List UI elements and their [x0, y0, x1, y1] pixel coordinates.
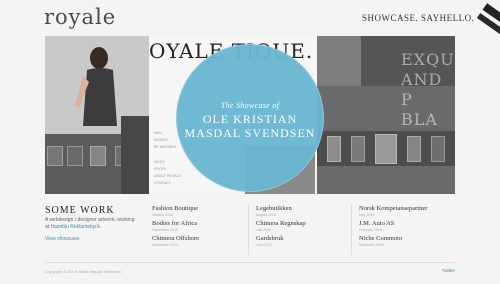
twitter-link[interactable]: Twitter [442, 268, 455, 273]
corner-ribbon[interactable] [464, 3, 500, 59]
column-divider [351, 205, 352, 255]
copyright-text: Copyright © Ole Kristian Masdal Svendsen [45, 269, 121, 274]
project-date: September 2010 [152, 243, 178, 247]
project-date: October 2010 [152, 213, 174, 217]
project-title[interactable]: Legebutikken [256, 205, 346, 213]
project-date: August 2010 [256, 213, 276, 217]
footer: Copyright © Ole Kristian Masdal Svendsen… [45, 262, 455, 274]
circle-name-line1: OLE KRISTIAN [202, 112, 298, 126]
project-date: December 2009 [359, 243, 384, 247]
agency-link[interactable]: Hazeblu Reklamebyrå. [51, 224, 102, 230]
site-logo[interactable]: royale [44, 5, 116, 29]
circle-name-line2: MASDAL SVENDSEN [184, 126, 316, 140]
column-divider [248, 205, 249, 255]
project-item[interactable]: Norsk Kompetansepartner May 2010 [359, 205, 449, 220]
hero-grid-cell [317, 36, 361, 86]
project-column-3: Norsk Kompetansepartner May 2010 J.M. Au… [351, 205, 449, 255]
project-title[interactable]: Norsk Kompetansepartner [359, 205, 449, 213]
thumb-8[interactable] [407, 136, 421, 162]
header: royale SHOWCASE. SAYHELLO. [0, 0, 500, 41]
thumb-1[interactable] [47, 146, 63, 166]
thumb-3[interactable] [90, 146, 106, 166]
thumb-2[interactable] [67, 146, 83, 166]
project-title[interactable]: J.M. Auto AS [359, 220, 449, 228]
hero-photo-left-2 [121, 116, 149, 194]
project-title[interactable]: Fashion Boutique [152, 205, 242, 213]
showcase-circle[interactable]: The Showcase of OLE KRISTIAN MASDAL SVEN… [176, 44, 324, 192]
work-section-title: SOME WORK [45, 205, 115, 216]
project-column-1: Fashion Boutique October 2010 Bodies for… [152, 205, 242, 250]
project-date: June 2010 [256, 243, 273, 247]
thumb-5[interactable] [327, 136, 341, 162]
hero-showcase: OYALE TIQUE. MEN WOMEN BE INSPIRED VIDEO… [45, 36, 455, 194]
hero-menu-item[interactable]: VIDEO [154, 159, 181, 166]
project-date: May 2010 [359, 213, 375, 217]
project-title[interactable]: Niche Commoto [359, 235, 449, 243]
thumb-9[interactable] [431, 136, 445, 162]
project-date: February 2010 [359, 228, 382, 232]
project-item[interactable]: Bodies for Africa September 2010 [152, 220, 242, 235]
hero-menu-item[interactable]: BE INSPIRED [154, 144, 181, 151]
hero-menu-item[interactable]: SHOPS [154, 166, 181, 173]
hero-menu-item[interactable]: CONTACT [154, 180, 181, 187]
nav-links[interactable]: SHOWCASE. SAYHELLO. [362, 13, 474, 23]
project-title[interactable]: Bodies for Africa [152, 220, 242, 228]
work-description: A webdesign / designer artwork, working … [45, 217, 140, 231]
circle-subtitle: The Showcase of [220, 101, 280, 110]
view-showcase-link[interactable]: View showcase [45, 236, 79, 242]
hero-menu-item[interactable]: ABOUT ROYALE [154, 173, 181, 180]
project-title[interactable]: Chimera Offshore [152, 235, 242, 243]
ribbon-band [482, 3, 500, 33]
project-item[interactable]: J.M. Auto AS February 2010 [359, 220, 449, 235]
project-date: September 2010 [152, 228, 178, 232]
project-item[interactable]: Chimera Regnskap July 2010 [256, 220, 346, 235]
hero-overlay-line: EXQU [401, 50, 455, 69]
hero-overlay-line: AND P [401, 70, 443, 109]
project-title[interactable]: Gardsbruk [256, 235, 346, 243]
project-date: July 2010 [256, 228, 271, 232]
project-title[interactable]: Chimera Regnskap [256, 220, 346, 228]
project-item[interactable]: Legebutikken August 2010 [256, 205, 346, 220]
ribbon-band-2 [476, 12, 500, 41]
menu-gap [154, 151, 181, 159]
project-item[interactable]: Gardsbruk June 2010 [256, 235, 346, 250]
thumb-7[interactable] [375, 134, 397, 164]
project-column-2: Legebutikken August 2010 Chimera Regnska… [248, 205, 346, 255]
hero-overlay-line: BLA [401, 110, 438, 129]
hero-overlay-text: EXQU AND P BLA [401, 50, 455, 130]
main-nav: SHOWCASE. SAYHELLO. [362, 13, 478, 23]
thumb-6[interactable] [351, 136, 365, 162]
project-item[interactable]: Chimera Offshore September 2010 [152, 235, 242, 250]
project-item[interactable]: Niche Commoto December 2009 [359, 235, 449, 250]
project-item[interactable]: Fashion Boutique October 2010 [152, 205, 242, 220]
